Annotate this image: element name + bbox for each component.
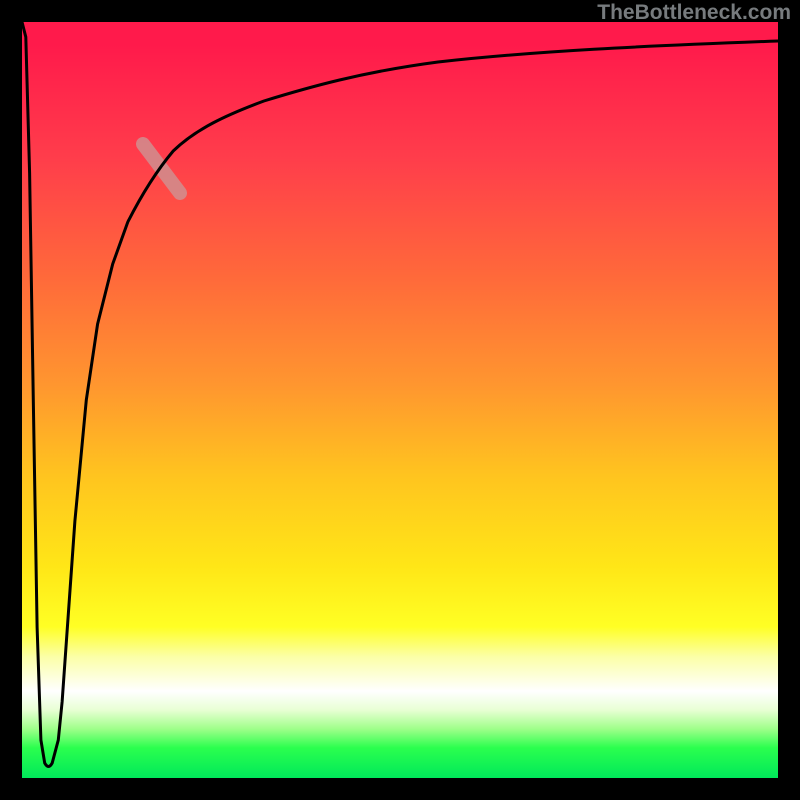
attribution-label: TheBottleneck.com	[597, 1, 791, 25]
chart-frame: TheBottleneck.com	[0, 0, 800, 800]
bottleneck-curve	[22, 22, 778, 767]
chart-curve-layer	[22, 22, 778, 778]
